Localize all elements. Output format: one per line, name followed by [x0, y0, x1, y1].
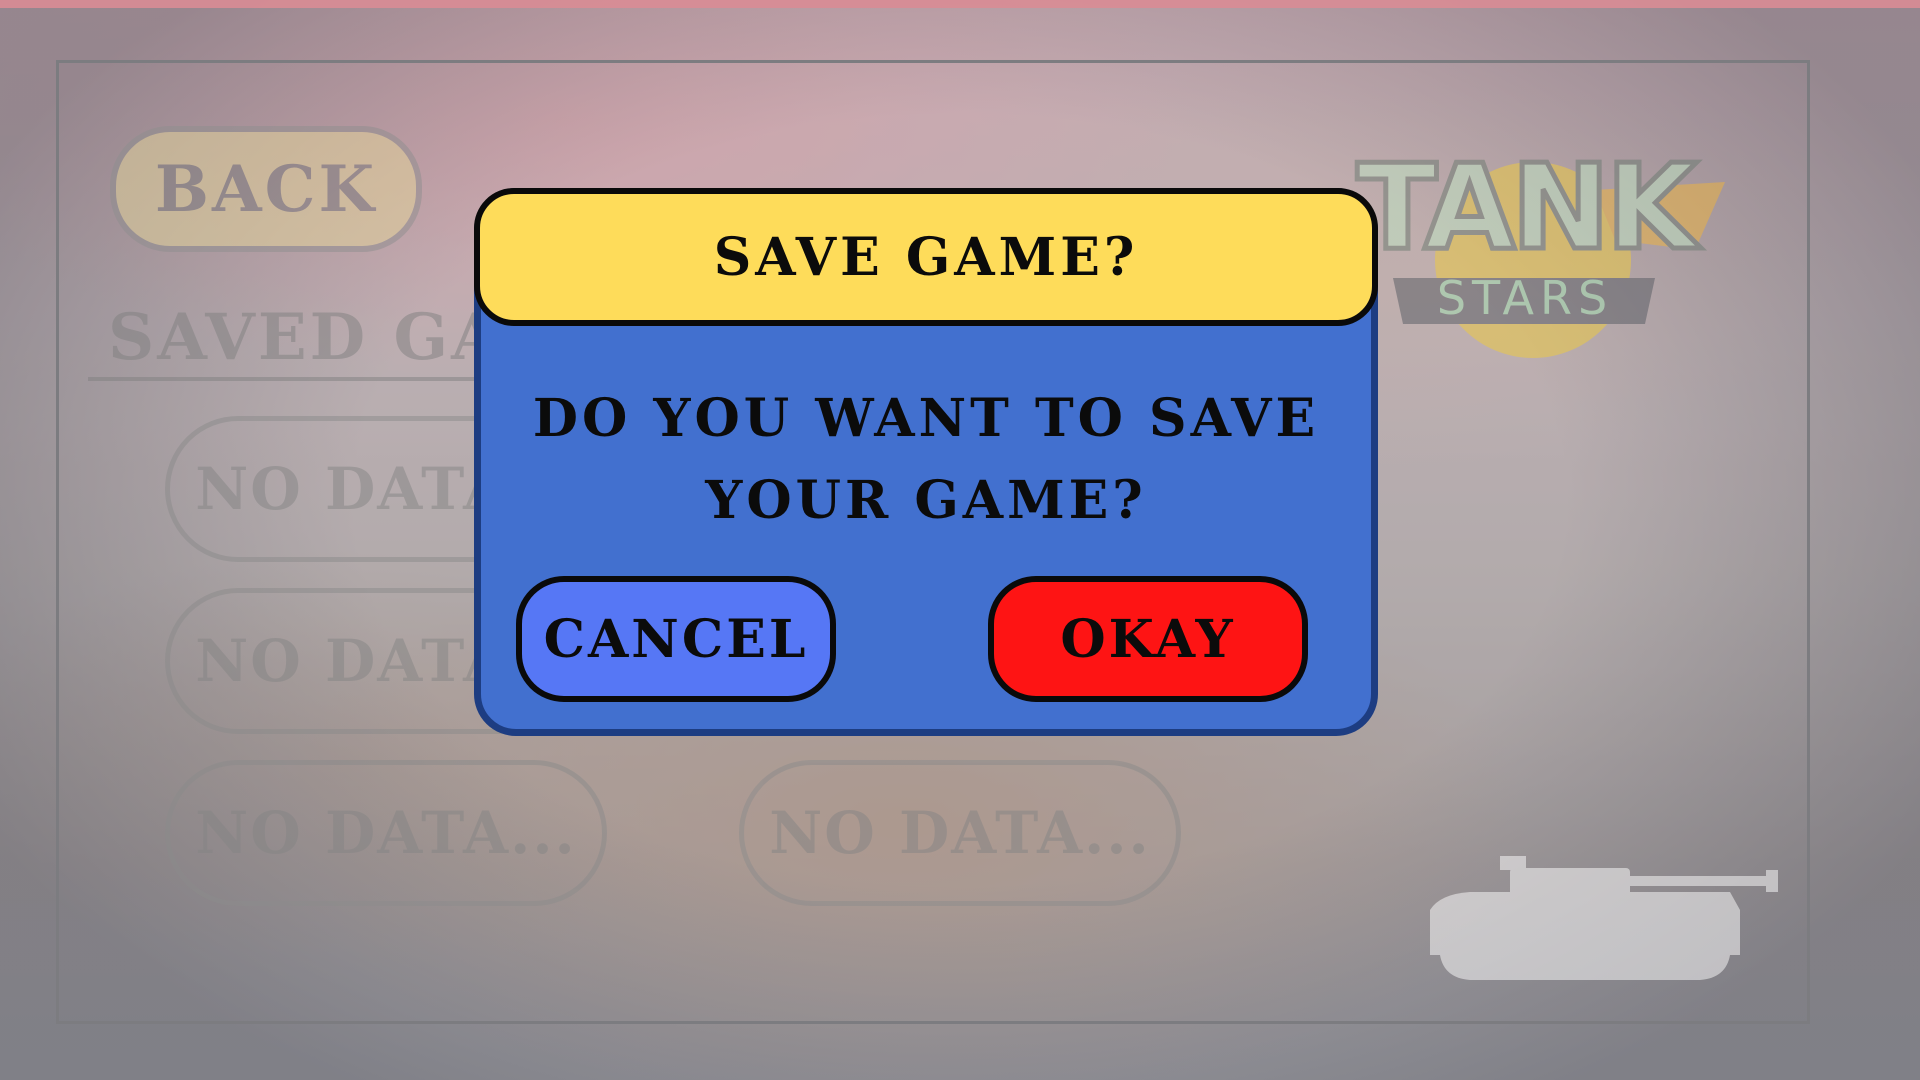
dialog-message: DO YOU WANT TO SAVE YOUR GAME?: [480, 378, 1372, 542]
tank-icon: [1430, 856, 1778, 980]
back-button[interactable]: BACK: [110, 126, 422, 252]
logo-subtitle: STARS: [1437, 271, 1613, 325]
dialog-message-line-2: YOUR GAME?: [705, 470, 1147, 531]
okay-button[interactable]: OKAY: [988, 576, 1308, 702]
saved-games-underline: [88, 377, 508, 381]
save-slot-3[interactable]: NO DATA...: [165, 760, 607, 906]
dialog-message-line-1: DO YOU WANT TO SAVE: [532, 388, 1320, 449]
tank-stars-logo: TANK STARS: [1354, 136, 1725, 358]
logo-title: TANK: [1357, 138, 1702, 276]
dialog-title: SAVE GAME?: [474, 188, 1378, 326]
cancel-button[interactable]: CANCEL: [516, 576, 836, 702]
save-slot-4[interactable]: NO DATA...: [739, 760, 1181, 906]
